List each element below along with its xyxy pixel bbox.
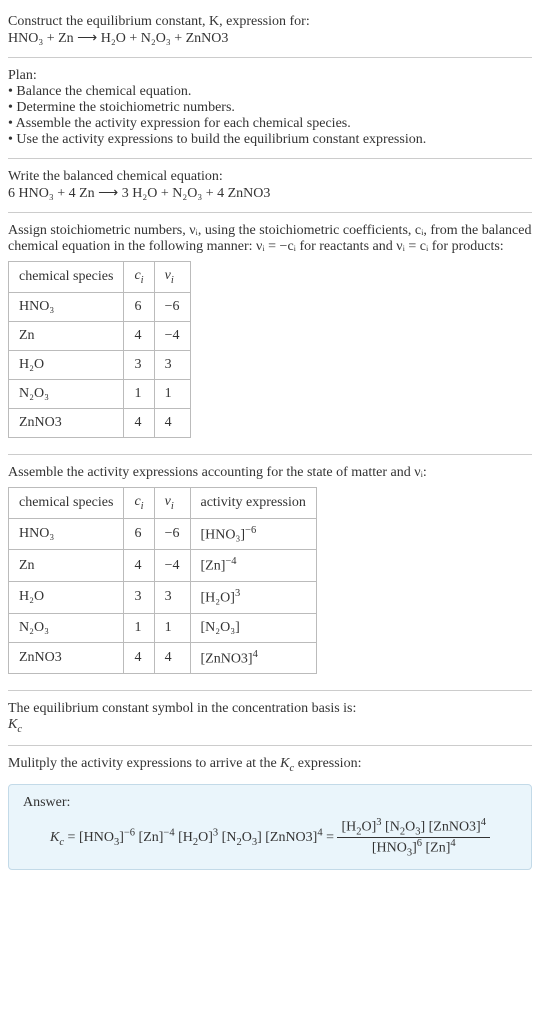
divider <box>8 57 532 58</box>
activity-block: Assemble the activity expressions accoun… <box>8 459 532 686</box>
plan-block: Plan: • Balance the chemical equation. •… <box>8 62 532 154</box>
plan-item: • Determine the stoichiometric numbers. <box>8 100 532 116</box>
col-ci: ci <box>124 487 154 518</box>
table-row: H₂O 3 3 [H₂O]3 <box>9 581 317 613</box>
kc-denominator: [HNO3]6 [Zn]4 <box>337 838 489 858</box>
table-row: ZnNO3 4 4 [ZnNO3]4 <box>9 642 317 674</box>
table-header-row: chemical species ci νi <box>9 262 191 293</box>
plan-item: • Assemble the activity expression for e… <box>8 116 532 132</box>
table-row: N₂O₃ 1 1 [N₂O₃] <box>9 613 317 642</box>
stoich-table: chemical species ci νi HNO₃ 6 −6 Zn 4 −4… <box>8 261 191 438</box>
activity-cell: [N₂O₃] <box>190 613 316 642</box>
species-cell: N₂O₃ <box>9 379 124 408</box>
nui-cell: −6 <box>154 518 190 550</box>
nui-cell: −6 <box>154 292 190 321</box>
kc-symbol: Kc <box>8 717 532 735</box>
answer-label: Answer: <box>23 795 517 811</box>
multiply-block: Mulitply the activity expressions to arr… <box>8 750 532 780</box>
kc-symbol-block: The equilibrium constant symbol in the c… <box>8 695 532 741</box>
table-row: HNO₃ 6 −6 [HNO₃]−6 <box>9 518 317 550</box>
activity-table: chemical species ci νi activity expressi… <box>8 487 317 674</box>
nui-cell: 4 <box>154 642 190 674</box>
col-activity: activity expression <box>190 487 316 518</box>
divider <box>8 454 532 455</box>
balanced-equation: 6 HNO₃ + 4 Zn ⟶ 3 H₂O + N₂O₃ + 4 ZnNO3 <box>8 185 532 202</box>
ci-cell: 1 <box>124 379 154 408</box>
species-cell: HNO₃ <box>9 292 124 321</box>
ci-cell: 3 <box>124 581 154 613</box>
table-row: Zn 4 −4 <box>9 321 191 350</box>
species-cell: H₂O <box>9 581 124 613</box>
ci-cell: 4 <box>124 408 154 437</box>
col-nui: νi <box>154 262 190 293</box>
plan-item: • Balance the chemical equation. <box>8 84 532 100</box>
species-cell: Zn <box>9 321 124 350</box>
table-row: N₂O₃ 1 1 <box>9 379 191 408</box>
ci-cell: 3 <box>124 350 154 379</box>
table-row: HNO₃ 6 −6 <box>9 292 191 321</box>
nui-cell: 3 <box>154 581 190 613</box>
kc-fraction: [H2O]3 [N2O3] [ZnNO3]4 [HNO3]6 [Zn]4 <box>337 817 489 859</box>
nui-cell: 1 <box>154 379 190 408</box>
activity-cell: [ZnNO3]4 <box>190 642 316 674</box>
plan-item: • Use the activity expressions to build … <box>8 132 532 148</box>
nui-cell: −4 <box>154 550 190 582</box>
ci-cell: 1 <box>124 613 154 642</box>
table-row: ZnNO3 4 4 <box>9 408 191 437</box>
nui-cell: −4 <box>154 321 190 350</box>
table-header-row: chemical species ci νi activity expressi… <box>9 487 317 518</box>
col-species: chemical species <box>9 262 124 293</box>
nui-cell: 1 <box>154 613 190 642</box>
col-nui: νi <box>154 487 190 518</box>
prompt-line1: Construct the equilibrium constant, K, e… <box>8 14 532 30</box>
table-row: Zn 4 −4 [Zn]−4 <box>9 550 317 582</box>
multiply-text: Mulitply the activity expressions to arr… <box>8 756 361 771</box>
species-cell: ZnNO3 <box>9 408 124 437</box>
kc-expression: Kc = [HNO3]−6 [Zn]−4 [H2O]3 [N2O3] [ZnNO… <box>23 817 517 859</box>
ci-cell: 4 <box>124 642 154 674</box>
plan-heading: Plan: <box>8 68 532 84</box>
divider <box>8 745 532 746</box>
kc-numerator: [H2O]3 [N2O3] [ZnNO3]4 <box>337 817 489 838</box>
stoich-block: Assign stoichiometric numbers, νᵢ, using… <box>8 217 532 450</box>
divider <box>8 212 532 213</box>
answer-box: Answer: Kc = [HNO3]−6 [Zn]−4 [H2O]3 [N2O… <box>8 784 532 870</box>
divider <box>8 690 532 691</box>
kc-symbol-line: The equilibrium constant symbol in the c… <box>8 701 532 717</box>
species-cell: HNO₃ <box>9 518 124 550</box>
balanced-heading: Write the balanced chemical equation: <box>8 169 532 185</box>
activity-intro: Assemble the activity expressions accoun… <box>8 465 532 481</box>
prompt-equation: HNO₃ + Zn ⟶ H₂O + N₂O₃ + ZnNO3 <box>8 30 532 47</box>
activity-cell: [H₂O]3 <box>190 581 316 613</box>
activity-cell: [Zn]−4 <box>190 550 316 582</box>
balanced-block: Write the balanced chemical equation: 6 … <box>8 163 532 208</box>
nui-cell: 3 <box>154 350 190 379</box>
ci-cell: 4 <box>124 550 154 582</box>
stoich-intro: Assign stoichiometric numbers, νᵢ, using… <box>8 223 532 255</box>
activity-cell: [HNO₃]−6 <box>190 518 316 550</box>
divider <box>8 158 532 159</box>
ci-cell: 6 <box>124 292 154 321</box>
col-ci: ci <box>124 262 154 293</box>
nui-cell: 4 <box>154 408 190 437</box>
prompt-block: Construct the equilibrium constant, K, e… <box>8 8 532 53</box>
prompt-text: Construct the equilibrium constant, K, e… <box>8 14 310 29</box>
col-species: chemical species <box>9 487 124 518</box>
table-row: H₂O 3 3 <box>9 350 191 379</box>
species-cell: ZnNO3 <box>9 642 124 674</box>
species-cell: Zn <box>9 550 124 582</box>
ci-cell: 4 <box>124 321 154 350</box>
ci-cell: 6 <box>124 518 154 550</box>
species-cell: H₂O <box>9 350 124 379</box>
species-cell: N₂O₃ <box>9 613 124 642</box>
